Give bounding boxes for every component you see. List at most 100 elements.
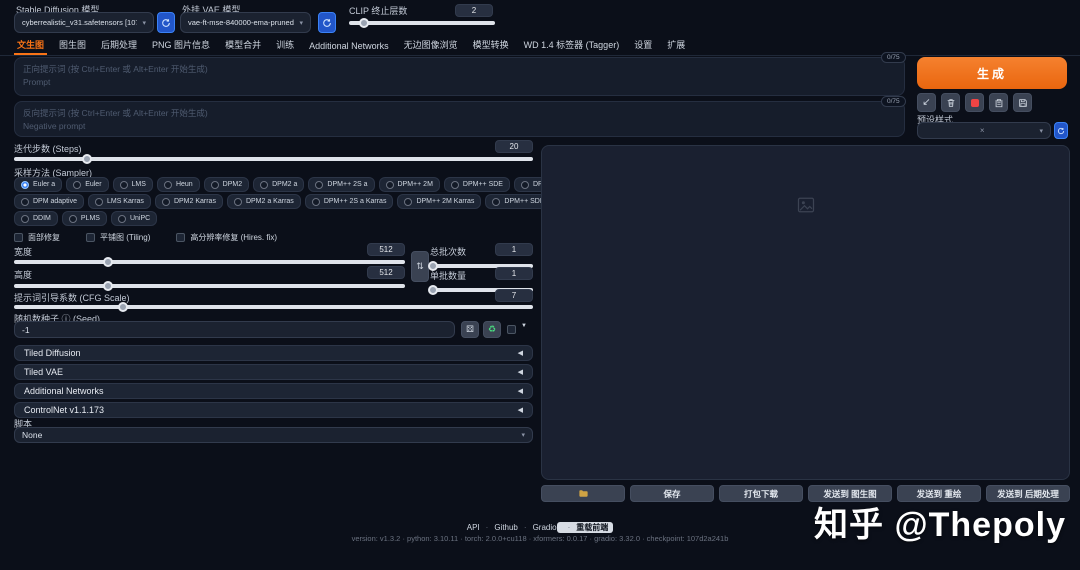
- sampler-option[interactable]: DDIM: [14, 211, 58, 226]
- checkbox-icon: [14, 233, 23, 242]
- styles-dropdown[interactable]: × ▾: [917, 122, 1051, 139]
- prompt-textarea[interactable]: 正向提示词 (按 Ctrl+Enter 或 Alt+Enter 开始生成) Pr…: [14, 57, 905, 96]
- tab-item[interactable]: 设置: [631, 36, 655, 55]
- footer-link[interactable]: Github: [480, 523, 518, 532]
- generate-button[interactable]: 生成: [917, 57, 1067, 89]
- sampler-option[interactable]: DPM++ 2S a: [308, 177, 375, 192]
- height-slider[interactable]: [14, 281, 405, 291]
- sampler-option[interactable]: DPM++ 2M: [378, 177, 440, 192]
- output-gallery[interactable]: [541, 145, 1070, 480]
- seed-extra-caret-icon[interactable]: ▼: [521, 323, 527, 329]
- height-value[interactable]: 512: [367, 266, 405, 279]
- accordion-arrow-icon: ◀: [517, 407, 523, 414]
- checkbox-option[interactable]: 高分辨率修复 (Hires. fix): [176, 232, 277, 243]
- script-dropdown[interactable]: None ▾: [14, 427, 533, 443]
- footer-link[interactable]: API: [467, 523, 480, 532]
- radio-icon: [163, 180, 172, 189]
- tab-item[interactable]: Additional Networks: [306, 39, 392, 55]
- paste-params-button[interactable]: ↙: [917, 93, 936, 112]
- sampler-option[interactable]: DPM2 Karras: [154, 194, 223, 209]
- checkbox-option[interactable]: 平铺图 (Tiling): [86, 232, 150, 243]
- output-action-button[interactable]: 打包下载: [719, 485, 803, 502]
- steps-value[interactable]: 20: [495, 140, 533, 153]
- footer-link[interactable]: Gradio: [518, 523, 557, 532]
- clear-prompt-button[interactable]: [941, 93, 960, 112]
- accordion-header[interactable]: Tiled Diffusion ◀: [14, 345, 533, 361]
- swap-dimensions-button[interactable]: ⇅: [411, 251, 429, 282]
- sampler-option[interactable]: DPM++ 2S a Karras: [304, 194, 394, 209]
- tab-item[interactable]: 图生图: [56, 36, 89, 55]
- width-slider[interactable]: [14, 257, 405, 267]
- sampler-option[interactable]: Euler: [66, 177, 109, 192]
- clip-skip-slider[interactable]: [349, 18, 495, 28]
- image-placeholder-icon: [797, 197, 814, 213]
- sampler-option[interactable]: DPM adaptive: [14, 194, 84, 209]
- radio-icon: [492, 197, 501, 206]
- save-style-button[interactable]: [1013, 93, 1032, 112]
- random-seed-button[interactable]: ⚄: [461, 321, 479, 338]
- negative-prompt-textarea[interactable]: 反向提示词 (按 Ctrl+Enter 或 Alt+Enter 开始生成) Ne…: [14, 101, 905, 137]
- radio-icon: [450, 180, 459, 189]
- sampler-option[interactable]: DPM2 a Karras: [226, 194, 301, 209]
- sampler-option[interactable]: DPM2: [203, 177, 250, 192]
- output-action-button[interactable]: 保存: [630, 485, 714, 502]
- tab-item[interactable]: 模型转换: [470, 36, 512, 55]
- footer-link[interactable]: 重载前端: [556, 522, 614, 533]
- seed-input[interactable]: -1: [14, 321, 455, 338]
- sd-model-dropdown[interactable]: cyberrealistic_v31.safetensors [107d2a24…: [14, 12, 154, 33]
- sampler-option[interactable]: Euler a: [14, 177, 63, 192]
- vae-dropdown[interactable]: vae-ft-mse-840000-ema-pruned.safetensors…: [180, 12, 311, 33]
- sampler-option[interactable]: Heun: [156, 177, 200, 192]
- save-style-icon: [1018, 98, 1027, 107]
- vae-refresh-button[interactable]: [318, 12, 336, 33]
- tab-item[interactable]: 扩展: [664, 36, 688, 55]
- sd-model-refresh-button[interactable]: [157, 12, 175, 33]
- restore-faces-tiling-hires-row: 面部修复 平铺图 (Tiling) 高分辨率修复 (Hires. fix): [14, 232, 277, 243]
- accordion-arrow-icon: ◀: [517, 388, 523, 395]
- extra-networks-button[interactable]: [965, 93, 984, 112]
- tab-item[interactable]: 后期处理: [98, 36, 140, 55]
- accordion-header[interactable]: Tiled VAE ◀: [14, 364, 533, 380]
- clipboard-icon: [995, 98, 1002, 107]
- apply-styles-button[interactable]: [989, 93, 1008, 112]
- chevron-down-icon: ▾: [521, 432, 525, 439]
- cfg-scale-value[interactable]: 7: [495, 289, 533, 302]
- checkbox-icon: [176, 233, 186, 242]
- styles-refresh-button[interactable]: [1054, 122, 1068, 139]
- batch-count-value[interactable]: 1: [495, 243, 533, 256]
- extra-seed-checkbox[interactable]: [507, 325, 516, 334]
- tab-item[interactable]: PNG 图片信息: [149, 36, 213, 55]
- reuse-seed-button[interactable]: ♻: [483, 321, 501, 338]
- checkbox-option[interactable]: 面部修复: [14, 232, 60, 243]
- refresh-icon: [323, 18, 331, 27]
- extra-networks-icon: [970, 98, 979, 107]
- tab-item[interactable]: 模型合并: [222, 36, 264, 55]
- sampler-option[interactable]: DPM2 a: [253, 177, 305, 192]
- sampler-option[interactable]: UniPC: [110, 211, 158, 226]
- sampler-option[interactable]: LMS Karras: [87, 194, 151, 209]
- width-value[interactable]: 512: [367, 243, 405, 256]
- accordion-header[interactable]: Additional Networks ◀: [14, 383, 533, 399]
- sampler-option[interactable]: LMS: [112, 177, 153, 192]
- batch-size-value[interactable]: 1: [495, 267, 533, 280]
- tab-divider: [0, 55, 1080, 56]
- sampler-option[interactable]: PLMS: [61, 211, 107, 226]
- open-folder-button[interactable]: [541, 485, 625, 502]
- clear-styles-icon[interactable]: ×: [975, 126, 985, 135]
- cfg-scale-slider[interactable]: [14, 302, 533, 312]
- sampler-option[interactable]: DPM++ 2M Karras: [397, 194, 482, 209]
- radio-icon: [21, 197, 29, 206]
- steps-slider[interactable]: [14, 154, 533, 164]
- tab-item[interactable]: 训练: [273, 36, 297, 55]
- trash-icon: [947, 98, 954, 107]
- refresh-icon: [162, 18, 170, 27]
- radio-icon: [315, 180, 324, 189]
- batch-size-label: 单批数量: [430, 271, 467, 281]
- tab-item[interactable]: WD 1.4 标签器 (Tagger): [521, 36, 623, 55]
- radio-icon: [520, 180, 529, 189]
- clip-skip-value[interactable]: 2: [455, 4, 493, 17]
- sampler-option[interactable]: DPM++ SDE: [443, 177, 510, 192]
- accordion-header[interactable]: ControlNet v1.1.173 ◀: [14, 402, 533, 418]
- tab-item[interactable]: 文生图: [14, 36, 48, 55]
- tab-item[interactable]: 无边图像浏览: [401, 36, 461, 55]
